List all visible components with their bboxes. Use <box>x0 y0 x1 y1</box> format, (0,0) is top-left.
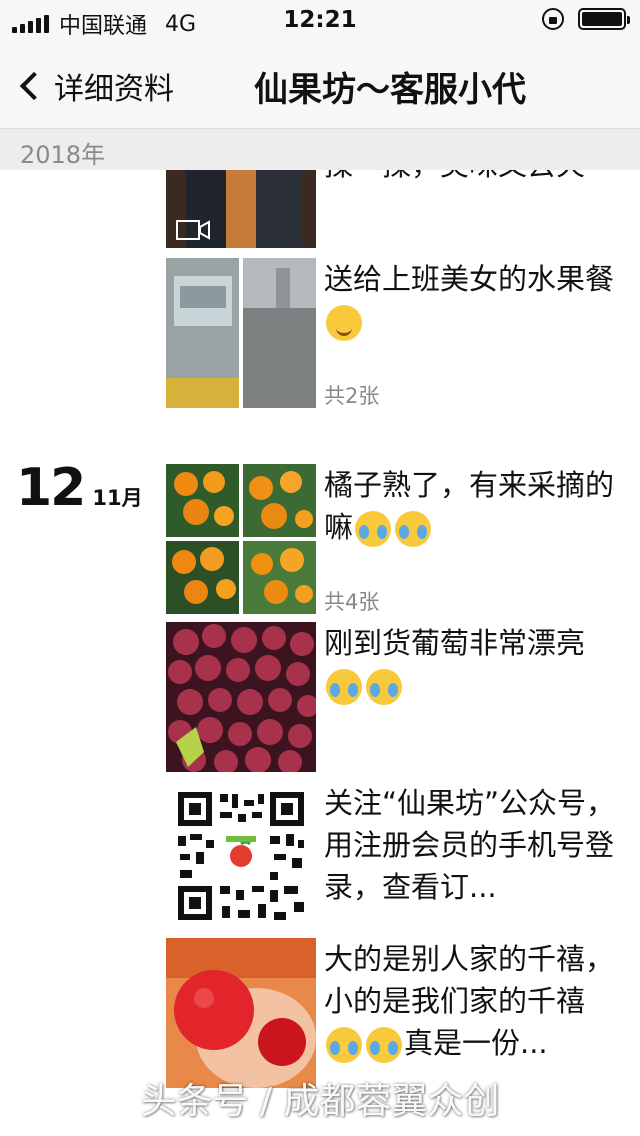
qr-code-thumbnail[interactable] <box>166 782 316 932</box>
status-bar: 中国联通 4G 12:21 <box>0 0 640 40</box>
navigation-bar: 详细资料 仙果坊～客服小代 <box>0 40 640 128</box>
post-text: 大的是别人家的千禧，小的是我们家的千禧真是一份... <box>324 938 624 1064</box>
post-text: 橘子熟了，有来采摘的嘛 <box>324 464 624 548</box>
moments-feed[interactable]: 揉一揉，美味又去火 送给上班美女的水果餐 共2张 12 11月 <box>0 170 640 1136</box>
post-caption: 揉一揉，美味又去火 <box>324 170 624 186</box>
smile-icon <box>326 305 362 341</box>
post-item[interactable]: 大的是别人家的千禧，小的是我们家的千禧真是一份... <box>166 938 640 1088</box>
image-count: 共2张 <box>324 384 380 408</box>
cry-laugh-icon <box>326 1027 362 1063</box>
chevron-left-icon <box>19 71 49 101</box>
video-icon <box>176 220 210 240</box>
post-item[interactable]: 刚到货葡萄非常漂亮 <box>166 622 640 772</box>
post-text: 送给上班美女的水果餐 <box>324 258 624 342</box>
tears-of-joy-icon <box>366 669 402 705</box>
status-right <box>542 8 630 30</box>
post-caption: 送给上班美女的水果餐 <box>324 262 615 296</box>
cry-laugh-icon <box>366 1027 402 1063</box>
date-day: 12 <box>16 458 86 518</box>
back-label: 详细资料 <box>54 72 174 107</box>
post-item[interactable]: 关注“仙果坊”公众号，用注册会员的手机号登录，查看订... <box>166 782 640 932</box>
image-count: 共4张 <box>324 590 380 614</box>
post-item[interactable]: 揉一揉，美味又去火 <box>166 170 640 248</box>
year-header: 2018年 <box>0 128 640 170</box>
post-text: 揉一揉，美味又去火 <box>324 170 624 186</box>
post-caption-tail: 真是一份... <box>404 1026 548 1060</box>
post-item[interactable]: 橘子熟了，有来采摘的嘛 共4张 <box>166 464 640 614</box>
post-thumbnail[interactable] <box>166 622 316 772</box>
post-thumbnail[interactable] <box>166 170 316 248</box>
post-caption: 大的是别人家的千禧，小的是我们家的千禧 <box>324 942 615 1018</box>
post-item[interactable]: 送给上班美女的水果餐 共2张 <box>166 258 640 408</box>
tears-of-joy-icon <box>326 669 362 705</box>
watermark-text: 头条号 / 成都蓉翼众创 <box>140 1081 500 1122</box>
post-text: 关注“仙果坊”公众号，用注册会员的手机号登录，查看订... <box>324 786 616 904</box>
orientation-lock-icon <box>542 8 564 30</box>
back-button[interactable]: 详细资料 <box>18 64 174 108</box>
post-thumbnail[interactable] <box>166 938 316 1088</box>
post-text: 刚到货葡萄非常漂亮 <box>324 622 624 706</box>
cry-laugh-icon <box>355 511 392 547</box>
post-caption: 刚到货葡萄非常漂亮 <box>324 626 586 660</box>
date-label: 12 11月 <box>16 458 143 518</box>
post-thumbnail-grid[interactable] <box>166 464 316 614</box>
battery-icon <box>578 8 630 30</box>
year-label: 2018年 <box>20 141 106 169</box>
date-month: 11月 <box>92 486 143 510</box>
post-thumbnail-grid[interactable] <box>166 258 316 408</box>
cry-laugh-icon <box>395 511 432 547</box>
page-title: 仙果坊～客服小代 <box>254 70 526 110</box>
